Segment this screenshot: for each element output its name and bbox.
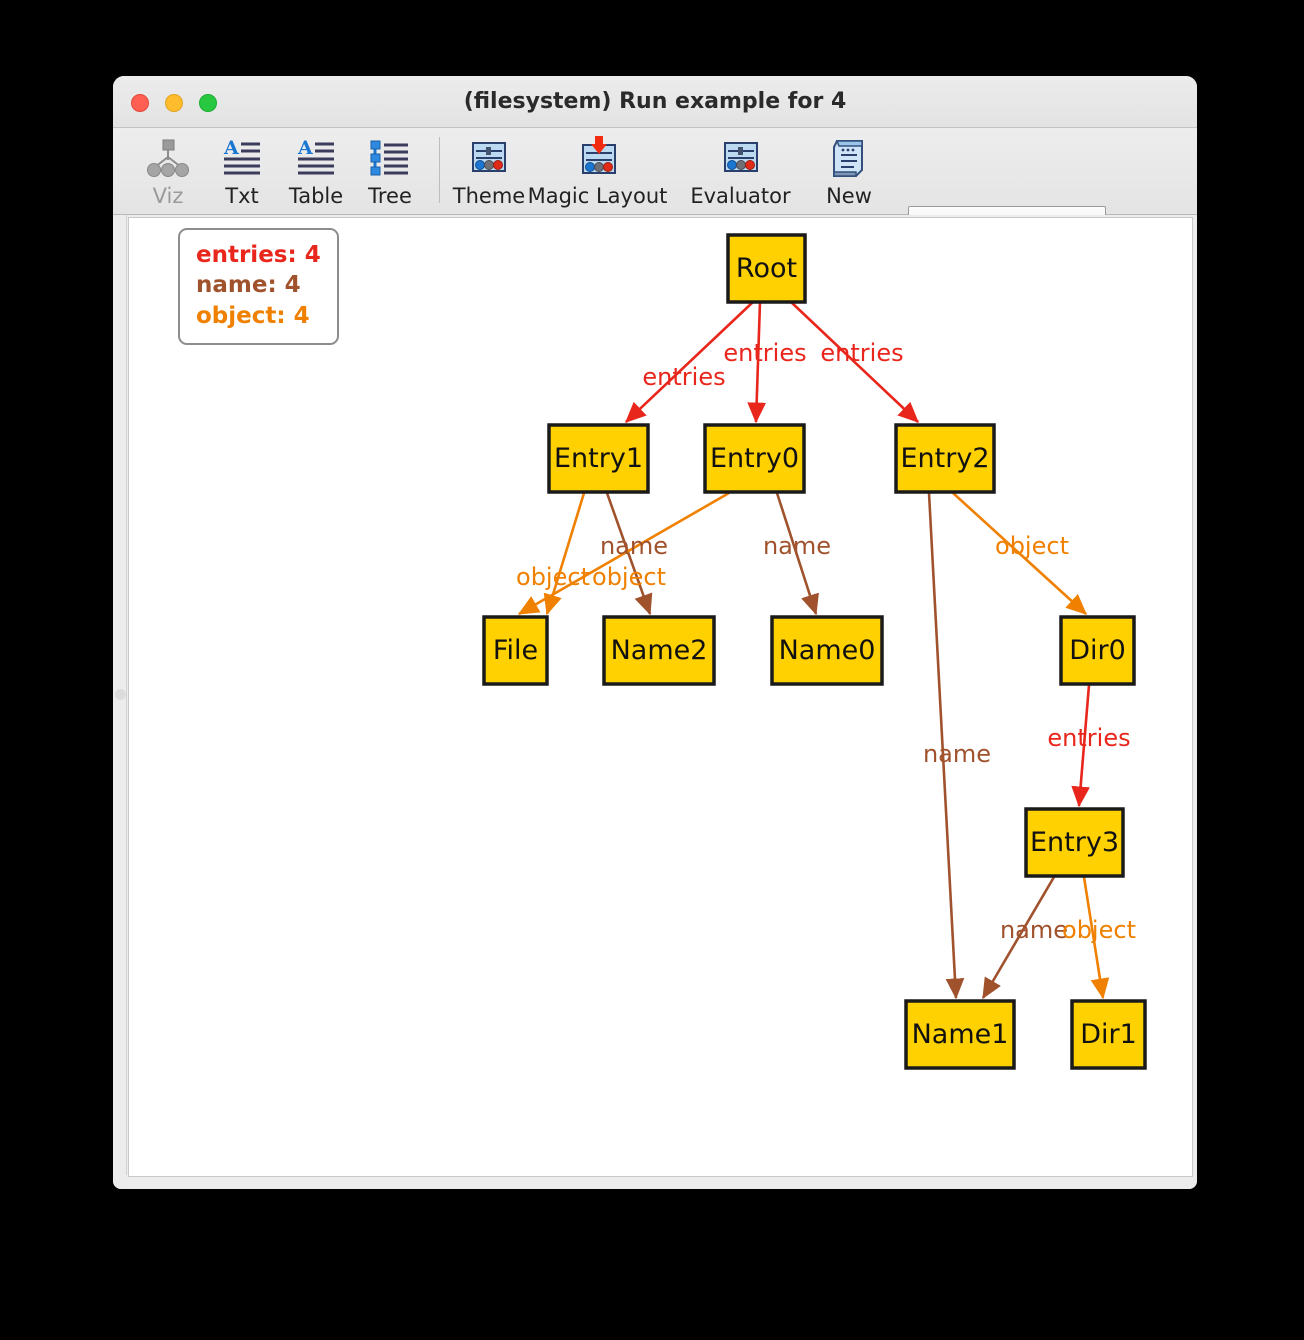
edge-label-entry0-file: object [592,563,666,591]
graph-tree-icon [145,136,191,182]
title-bar: (filesystem) Run example for 4 [113,76,1197,128]
graph-node-name1[interactable]: Name1 [904,999,1016,1070]
graph-node-dir1[interactable]: Dir1 [1070,999,1147,1070]
graph-node-entry3[interactable]: Entry3 [1024,807,1125,878]
magic-layout-icon [572,136,624,182]
graph-node-entry0[interactable]: Entry0 [703,423,806,494]
evaluator-icon [718,136,764,182]
toolbar-button-new[interactable]: New [812,133,886,208]
graph-node-root[interactable]: Root [726,233,807,304]
toolbar: Viz A Txt A Table Tree Theme Magic Layou… [113,128,1197,244]
graph-node-entry2[interactable]: Entry2 [894,423,996,494]
content-area: entries: 4 name: 4 object: 4 entries ent… [113,215,1197,1189]
new-scroll-icon [826,136,872,182]
toolbar-label-table: Table [288,184,344,208]
split-pane-divider[interactable] [113,215,127,1175]
relation-legend: entries: 4 name: 4 object: 4 [178,228,339,346]
edge-label-entry2-dir0: object [995,532,1069,560]
toolbar-label-txt: Txt [225,184,259,208]
toolbar-label-tree: Tree [368,184,412,208]
node-label: Name2 [611,635,708,666]
edge-label-entry2-name1: name [923,740,991,768]
toolbar-button-txt[interactable]: A Txt [205,133,279,208]
node-label: Entry0 [710,443,799,474]
split-pane-handle[interactable] [115,689,126,700]
graph-node-dir0[interactable]: Dir0 [1059,615,1136,686]
node-label: Entry2 [900,443,989,474]
edge-label-entry0-name0: name [763,532,831,560]
graph-node-file[interactable]: File [482,615,549,686]
toolbar-divider [439,137,440,203]
node-label: Dir0 [1069,635,1126,666]
toolbar-button-magic-layout[interactable]: Magic Layout [526,133,669,208]
toolbar-button-evaluator[interactable]: Evaluator [669,133,812,208]
node-label: Name1 [912,1019,1009,1050]
svg-text:A: A [223,137,239,159]
edge-label-root-entry2: entries [820,339,903,367]
toolbar-button-tree[interactable]: Tree [353,133,427,208]
toolbar-label-magic-layout: Magic Layout [527,184,668,208]
edge-label-entry3-name1: name [1000,916,1068,944]
table-icon: A [293,136,339,182]
edge-label-entry3-dir1: object [1062,916,1136,944]
edge-label-root-entry1: entries [642,363,725,391]
toolbar-label-theme: Theme [452,184,526,208]
node-label: Root [736,253,797,284]
node-label: File [493,635,538,666]
app-window: (filesystem) Run example for 4 Viz A Txt… [113,76,1197,1189]
toolbar-label-evaluator: Evaluator [690,184,791,208]
edge-label-root-entry0: entries [723,339,806,367]
tree-list-icon [367,136,413,182]
legend-row-object: object: 4 [196,302,310,329]
edge-label-dir0-entry3: entries [1047,724,1130,752]
node-label: Name0 [779,635,876,666]
toolbar-button-viz[interactable]: Viz [131,133,205,208]
toolbar-button-theme[interactable]: Theme [452,133,526,208]
window-title: (filesystem) Run example for 4 [463,89,847,114]
edge-label-entry1-file: object [516,563,590,591]
toolbar-label-new: New [826,184,872,208]
node-label: Dir1 [1080,1019,1137,1050]
text-document-icon: A [219,136,265,182]
toolbar-button-table[interactable]: A Table [279,133,353,208]
legend-row-name: name: 4 [196,272,301,299]
graph-node-name0[interactable]: Name0 [770,615,884,686]
edge-label-entry1-name2: name [600,532,668,560]
graph-node-name2[interactable]: Name2 [602,615,716,686]
legend-row-entries: entries: 4 [196,242,321,268]
svg-text:A: A [297,137,313,159]
toolbar-label-viz: Viz [152,184,184,208]
graph-node-entry1[interactable]: Entry1 [547,423,650,494]
graph-diagram: entriesentries entriesobjectnameobjectnam… [482,233,1147,1070]
theme-panel-icon [466,136,512,182]
node-label: Entry1 [554,443,643,474]
node-label: Entry3 [1030,827,1119,858]
graph-canvas[interactable]: entries: 4 name: 4 object: 4 entries ent… [128,217,1193,1177]
